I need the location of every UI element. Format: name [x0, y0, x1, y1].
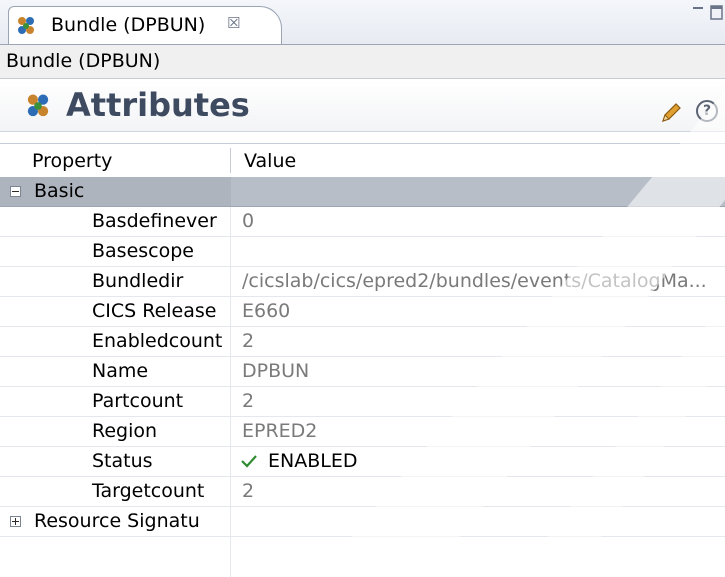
table-row[interactable]: Status ENABLED [0, 447, 725, 477]
bundle-icon [27, 94, 49, 117]
property-value: E660 [242, 300, 291, 322]
column-divider[interactable] [230, 148, 231, 173]
property-name: Enabledcount [92, 330, 223, 352]
property-value: 2 [242, 390, 255, 412]
group-label: Basic [34, 180, 85, 202]
property-value: EPRED2 [242, 420, 318, 442]
property-name: Status [92, 450, 153, 472]
collapse-icon[interactable] [10, 186, 21, 197]
table-row[interactable]: Enabledcount 2 [0, 327, 725, 357]
group-row-basic[interactable]: Basic [0, 177, 725, 207]
table-row[interactable]: Region EPRED2 [0, 417, 725, 447]
property-name: Name [92, 360, 149, 382]
table-row[interactable]: Basescope [0, 237, 725, 267]
property-name: Bundledir [92, 270, 184, 292]
column-header-property[interactable]: Property [32, 150, 112, 172]
table-row[interactable]: Name DPBUN [0, 357, 725, 387]
editor-tab-strip: Bundle (DPBUN) ☒ [0, 0, 725, 45]
column-header-value[interactable]: Value [244, 150, 296, 172]
group-label: Resource Signatu [34, 510, 200, 532]
table-row[interactable]: Basdefinever 0 [0, 207, 725, 237]
expand-icon[interactable] [10, 516, 21, 527]
property-name: Region [92, 420, 158, 442]
table-row[interactable]: CICS Release E660 [0, 297, 725, 327]
close-icon[interactable]: ☒ [227, 14, 240, 32]
group-row-resource-signature[interactable]: Resource Signatu [0, 507, 725, 537]
property-name: Basdefinever [92, 210, 217, 232]
property-value: 2 [242, 480, 255, 502]
attributes-section-header: Attributes [0, 80, 725, 132]
section-title: Attributes [66, 86, 250, 124]
property-name: Partcount [92, 390, 184, 412]
check-icon [241, 455, 257, 468]
editor-breadcrumb: Bundle (DPBUN) [0, 45, 725, 79]
editor-title: Bundle (DPBUN) [6, 50, 161, 72]
bundle-icon [18, 17, 34, 34]
property-value: DPBUN [242, 360, 310, 382]
property-name: Basescope [92, 240, 194, 262]
property-value: 2 [242, 330, 255, 352]
minimize-icon[interactable] [691, 2, 723, 28]
table-row[interactable]: Partcount 2 [0, 387, 725, 417]
property-name: CICS Release [92, 300, 217, 322]
property-name: Targetcount [92, 480, 205, 502]
pencil-icon[interactable] [658, 100, 684, 126]
property-value: /cicslab/cics/epred2/bundles/events/Cata… [242, 270, 707, 292]
table-row[interactable]: Targetcount 2 [0, 477, 725, 507]
help-icon[interactable]: ? [696, 100, 718, 122]
tab-bundle-dpbun[interactable]: Bundle (DPBUN) ☒ [8, 6, 282, 44]
tab-title: Bundle (DPBUN) [51, 14, 206, 36]
status-value: ENABLED [268, 450, 358, 472]
properties-table: Property Value Basic Basdefinever 0 Base… [0, 143, 725, 577]
table-header: Property Value [0, 144, 725, 178]
property-value: 0 [242, 210, 255, 232]
table-row[interactable]: Bundledir /cicslab/cics/epred2/bundles/e… [0, 267, 725, 297]
